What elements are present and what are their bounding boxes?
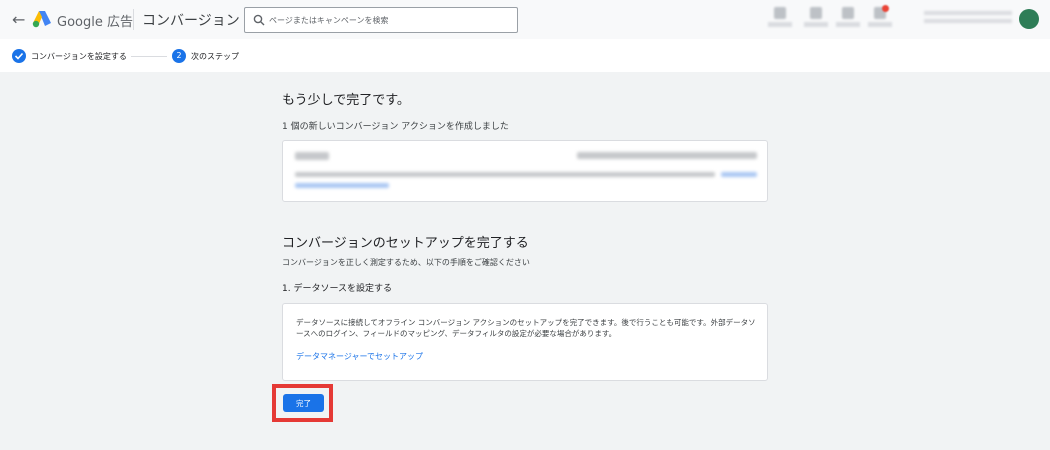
tool-label-blurred <box>836 22 860 27</box>
brand-name[interactable]: Google 広告 <box>57 11 133 30</box>
back-arrow-icon[interactable]: ← <box>12 10 25 29</box>
datasource-card: データソースに接続してオフライン コンバージョン アクションのセットアップを完了… <box>282 303 768 381</box>
done-button-highlight-box <box>272 384 333 422</box>
setup-subtext: コンバージョンを正しく測定するため、以下の手順をご確認ください <box>282 258 530 267</box>
refresh-tool-button[interactable] <box>803 5 829 33</box>
datasource-step-heading: 1. データソースを設定する <box>282 284 392 294</box>
avatar[interactable] <box>1019 9 1039 29</box>
help-icon <box>842 7 854 19</box>
stepper: コンバージョンを設定する 2 次のステップ <box>0 39 1050 72</box>
appearance-icon <box>774 7 786 19</box>
action-name-blurred <box>295 152 329 160</box>
datasource-description: データソースに接続してオフライン コンバージョン アクションのセットアップを完了… <box>296 318 756 338</box>
search-icon <box>253 14 265 26</box>
action-link-blurred[interactable] <box>295 183 389 188</box>
step-connector <box>131 56 167 57</box>
account-info-blurred[interactable] <box>924 11 1012 27</box>
conversion-action-card <box>282 140 768 202</box>
notifications-tool-button[interactable] <box>867 5 893 33</box>
action-category-blurred <box>577 152 757 159</box>
completion-heading: もう少しで完了です。 <box>282 93 410 108</box>
search-box[interactable] <box>244 7 518 33</box>
help-tool-button[interactable] <box>835 5 861 33</box>
tool-label-blurred <box>768 22 792 27</box>
setup-heading: コンバージョンのセットアップを完了する <box>282 236 529 251</box>
step-2-label: 次のステップ <box>191 52 239 61</box>
tool-label-blurred <box>804 22 828 27</box>
top-app-bar: ← Google 広告 コンバージョン <box>0 0 1050 39</box>
appearance-tool-button[interactable] <box>767 5 793 33</box>
tool-label-blurred <box>868 22 892 27</box>
step-complete-check-icon <box>12 49 26 63</box>
notification-badge <box>882 5 889 12</box>
search-input[interactable] <box>269 12 509 28</box>
step-1-label[interactable]: コンバージョンを設定する <box>31 51 127 62</box>
data-manager-setup-link[interactable]: データマネージャーでセットアップ <box>296 351 423 362</box>
action-link-blurred[interactable] <box>721 172 757 177</box>
google-ads-logo-icon[interactable] <box>32 10 52 28</box>
refresh-icon <box>810 7 822 19</box>
step-2-number: 2 <box>172 49 186 63</box>
action-description-blurred <box>295 172 715 177</box>
header-divider <box>133 9 134 30</box>
created-actions-text: 1 個の新しいコンバージョン アクションを作成しました <box>282 122 509 132</box>
page-title: コンバージョン <box>142 13 240 29</box>
